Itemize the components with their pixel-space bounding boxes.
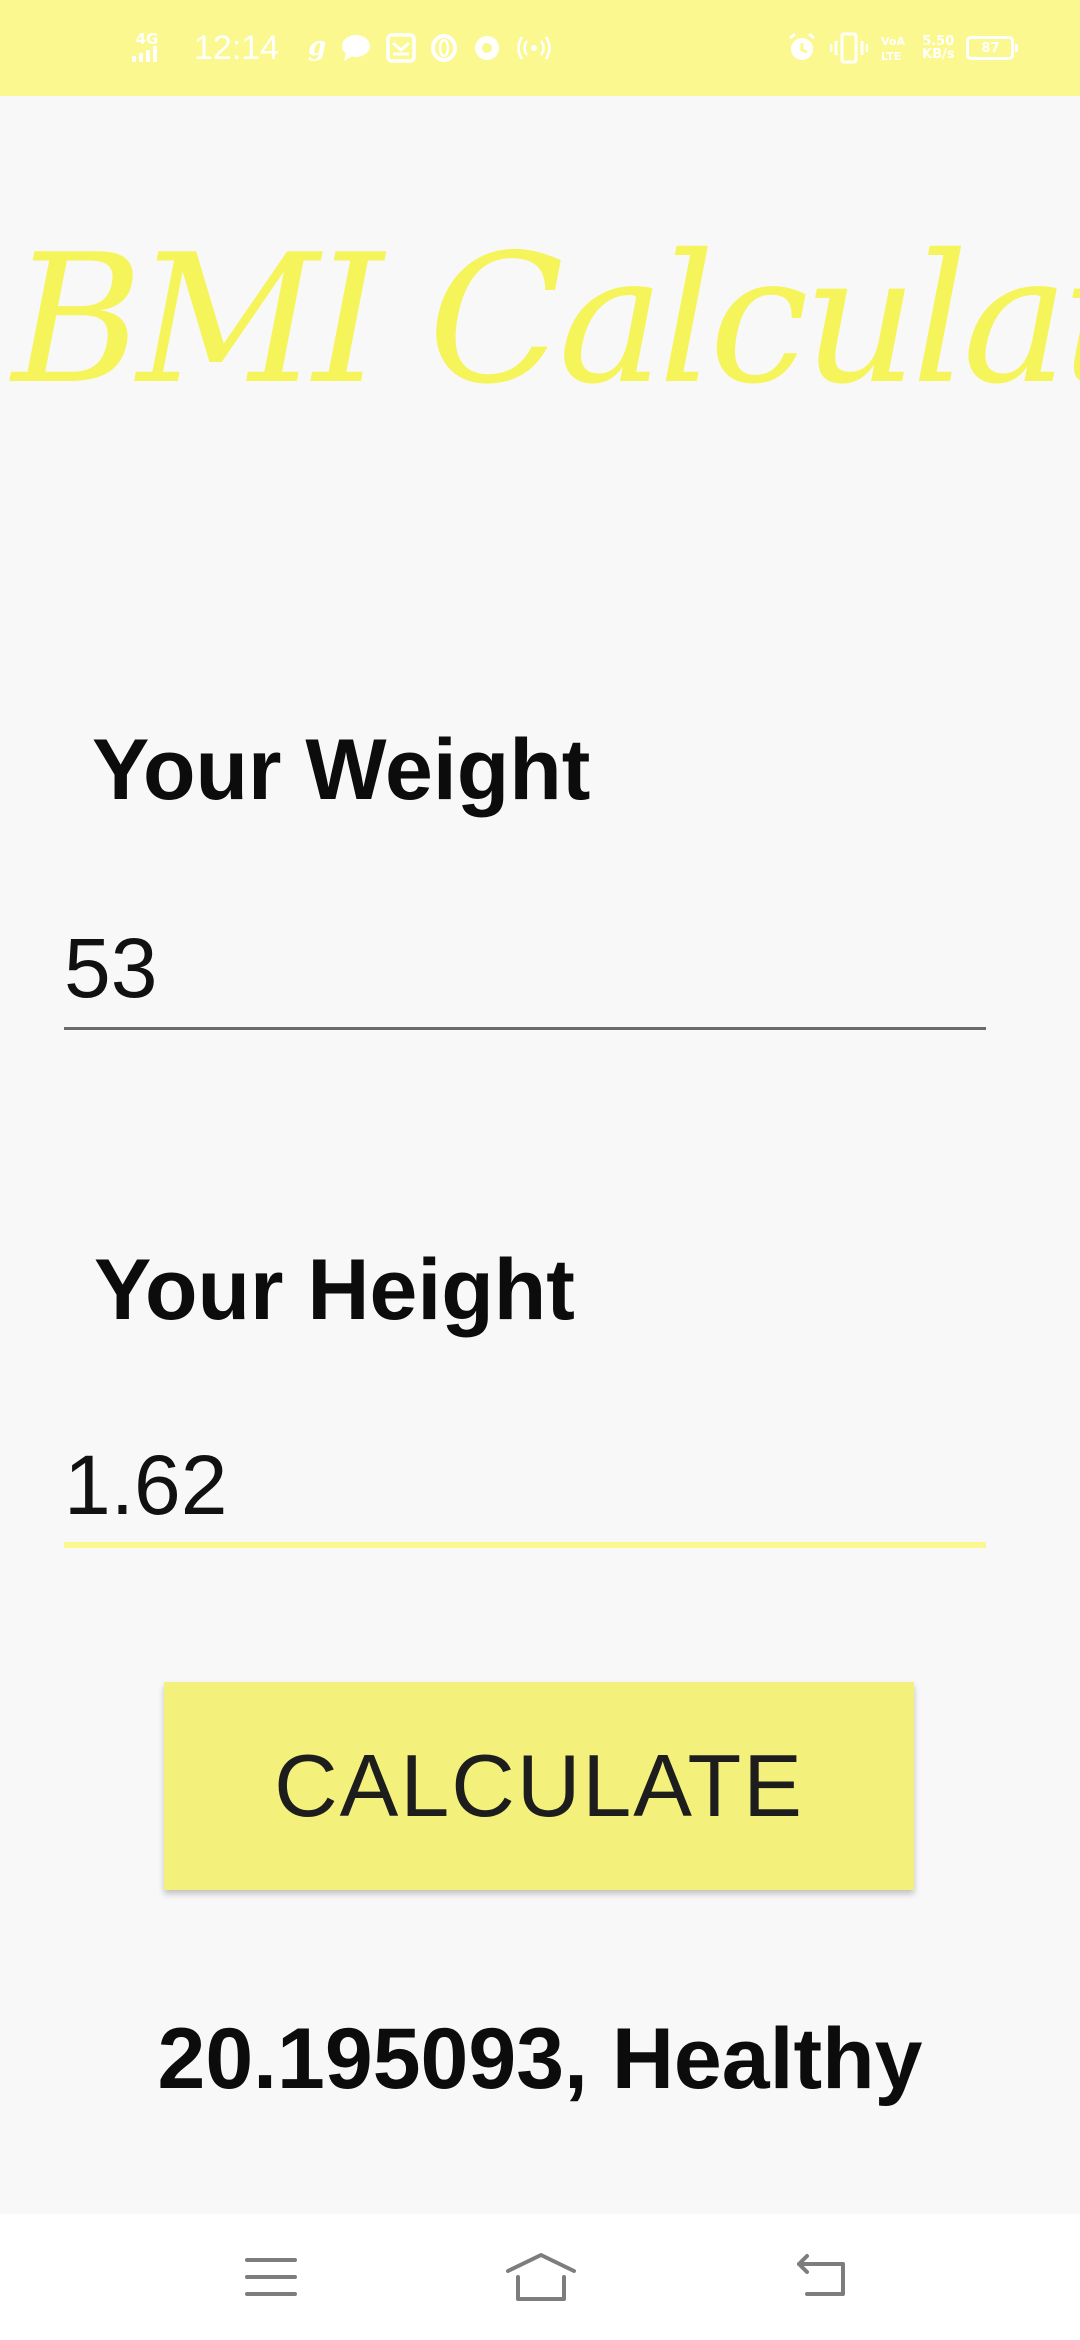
chat-icon [340, 33, 372, 63]
hotspot-icon [516, 33, 552, 63]
screen: 4G 12:14 g VoA LTE 5.50 KB/s 87 BMI Calc… [0, 0, 1080, 2340]
system-icons: VoA LTE 5.50 KB/s 87 [786, 0, 1019, 96]
bmi-result: 20.195093, Healthy [157, 2011, 923, 2107]
vibrate-icon [830, 32, 868, 64]
menu-icon [243, 2254, 299, 2305]
home-icon [504, 2251, 578, 2308]
nav-menu-button[interactable] [226, 2244, 316, 2314]
nav-back-button[interactable] [778, 2244, 868, 2314]
navigation-bar [0, 2214, 1080, 2340]
network-speed: 5.50 KB/s [922, 35, 954, 61]
svg-text:g: g [308, 33, 326, 62]
opera-icon [430, 33, 458, 63]
volte-icon: VoA LTE [880, 32, 910, 64]
height-input[interactable] [64, 1428, 986, 1548]
status-time: 12:14 [194, 28, 280, 67]
record-icon [472, 33, 502, 63]
g-icon: g [306, 33, 326, 63]
battery-icon: 87 [966, 36, 1019, 60]
weight-input[interactable] [64, 910, 986, 1030]
alarm-icon [786, 32, 818, 64]
calculate-button[interactable]: CALCULATE [164, 1682, 914, 1890]
network-speed-unit: KB/s [922, 47, 955, 62]
notification-icons: g [306, 0, 552, 96]
battery-level: 87 [981, 40, 1000, 56]
height-label: Your Height [94, 1242, 575, 1338]
back-icon [793, 2252, 853, 2307]
nav-home-button[interactable] [496, 2244, 586, 2314]
network-type: 4G [135, 30, 159, 48]
network-indicator: 4G [132, 0, 162, 96]
app-title: BMI Calculator [12, 216, 1080, 423]
mail-icon [386, 33, 416, 63]
signal-icon [132, 46, 162, 64]
svg-text:VoA: VoA [881, 35, 905, 48]
weight-label: Your Weight [92, 722, 591, 818]
svg-text:LTE: LTE [881, 50, 901, 63]
status-bar: 4G 12:14 g VoA LTE 5.50 KB/s 87 [0, 0, 1080, 96]
